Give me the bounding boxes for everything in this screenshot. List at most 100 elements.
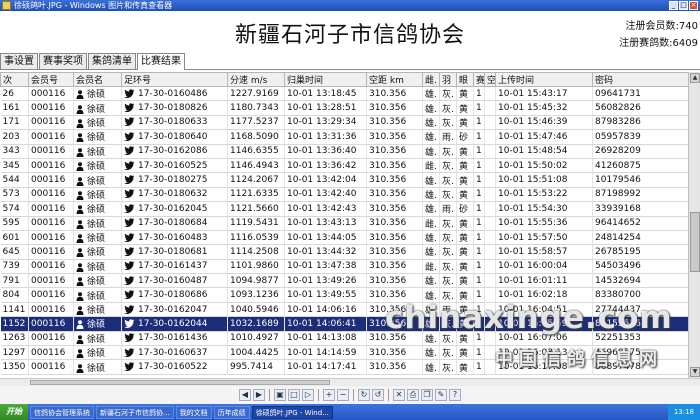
table-cell: 雄. <box>422 129 440 145</box>
taskbar-item[interactable]: 我的文档 <box>175 405 212 419</box>
horizontal-scrollbar[interactable] <box>0 378 700 386</box>
table-cell: 1 <box>473 158 485 174</box>
tab-3[interactable]: 比赛结果 <box>137 53 185 70</box>
start-button[interactable]: 开始 <box>0 404 28 420</box>
window-titlebar[interactable]: 徐硕鸽叶.JPG - Windows 图片和传真查看器 _ □ × <box>0 0 700 11</box>
table-cell: 雨. <box>439 129 457 145</box>
edit-icon[interactable]: ✎ <box>435 389 447 401</box>
table-row[interactable]: 1263 000116 徐硕 17-30-0161436 1010.4927 10-01 … <box>0 331 688 347</box>
tab-0[interactable]: 事设置 <box>0 53 38 69</box>
cell-text: 17-30-0180633 <box>138 117 208 128</box>
cell-text: 96414652 <box>595 218 641 229</box>
table-cell: 000116 <box>28 331 74 347</box>
table-row[interactable]: 1350 000116 徐硕 17-30-0160522 995.7414 10-01 1… <box>0 359 688 375</box>
zoom-in-icon[interactable]: + <box>323 389 335 401</box>
cell-text: 544 <box>2 175 20 186</box>
column-header[interactable]: 分速 m/s <box>227 72 285 87</box>
cell-text: 徐硕 <box>87 291 106 302</box>
maximize-icon[interactable]: □ <box>679 1 688 10</box>
cell-text: 灰. <box>442 277 454 288</box>
column-header[interactable]: 空距 km <box>366 72 423 87</box>
table-cell: 10-01 13:43:13 <box>284 216 367 231</box>
delete-icon[interactable]: ✕ <box>393 389 405 401</box>
cell-text: 1152 <box>2 318 26 329</box>
cell-text: 17-30-0180681 <box>138 246 208 257</box>
column-header[interactable]: 眼 <box>456 72 474 87</box>
table-cell: 1 <box>473 244 485 260</box>
prev-icon[interactable]: ◀ <box>239 389 251 401</box>
rotate-cw-icon[interactable]: ↻ <box>358 389 370 401</box>
minimize-icon[interactable]: _ <box>669 1 678 10</box>
vertical-scrollbar[interactable]: ▲ ▼ <box>688 72 700 378</box>
table-row[interactable]: 203 000116 徐硕 17-30-0180640 1168.5090 10-01 1… <box>0 129 688 145</box>
table-row[interactable]: 574 000116 徐硕 17-30-0162045 1121.5660 10-01 1… <box>0 201 688 217</box>
close-icon[interactable]: × <box>689 1 698 10</box>
table-row[interactable]: 544 000116 徐硕 17-30-0180275 1124.2067 10-01 1… <box>0 172 688 188</box>
table-row[interactable]: 645 000116 徐硕 17-30-0180681 1114.2508 10-01 1… <box>0 244 688 260</box>
column-header[interactable]: 归巢时间 <box>284 72 367 87</box>
table-row[interactable]: 601 000116 徐硕 17-30-0160483 1116.0539 10-01 1… <box>0 230 688 246</box>
table-cell: 雄. <box>422 244 440 260</box>
column-header[interactable]: 密码 <box>592 72 688 87</box>
cell-text: 灰. <box>442 349 454 360</box>
column-header[interactable]: 会员号 <box>28 72 74 87</box>
table-row[interactable]: 161 000116 徐硕 17-30-0180826 1180.7343 10-01 1… <box>0 100 688 116</box>
print-icon[interactable]: ⎙ <box>407 389 419 401</box>
table-cell: 17-30-0180681 <box>121 244 228 260</box>
table-row[interactable]: 595 000116 徐硕 17-30-0180684 1119.5431 10-01 1… <box>0 216 688 231</box>
taskbar-item[interactable]: 新疆石河子市信鸽协... <box>96 405 174 419</box>
bird-icon <box>124 362 135 372</box>
table-row[interactable]: 171 000116 徐硕 17-30-0180633 1177.5237 10-01 1… <box>0 115 688 131</box>
table-cell <box>484 287 496 303</box>
table-row[interactable]: 739 000116 徐硕 17-30-0161437 1101.9860 10-01 1… <box>0 259 688 275</box>
actual-size-icon[interactable]: □ <box>288 389 300 401</box>
column-header[interactable]: 赛 <box>473 72 485 87</box>
table-cell: 96414652 <box>592 216 688 231</box>
taskbar-item[interactable]: 徐硕鸽叶.JPG - Wind... <box>251 405 333 419</box>
tab-2[interactable]: 集鸽清单 <box>88 53 136 69</box>
hscroll-thumb[interactable] <box>30 380 330 385</box>
cell-text: 1146.4943 <box>230 160 279 171</box>
app-icon <box>2 1 11 10</box>
taskbar-item[interactable]: 信鸽协会管理系统 <box>30 405 94 419</box>
column-header[interactable]: 羽 <box>439 72 457 87</box>
bird-icon <box>124 146 135 156</box>
rotate-ccw-icon[interactable]: ↺ <box>372 389 384 401</box>
column-header[interactable]: 雌. <box>422 72 440 87</box>
table-cell: 310.356 <box>366 287 423 303</box>
table-row[interactable]: 1152 000116 徐硕 17-30-0162044 1032.1689 10-01 … <box>0 316 688 332</box>
taskbar-item[interactable]: 历年成绩 <box>213 405 250 419</box>
cell-text: 1 <box>476 189 482 200</box>
table-row[interactable]: 1141 000116 徐硕 17-30-0162047 1040.5946 10-01 … <box>0 302 688 318</box>
column-header[interactable]: 会员名 <box>73 72 122 87</box>
scroll-down-icon[interactable]: ▼ <box>690 367 700 377</box>
column-header[interactable]: 足环号 <box>121 72 228 87</box>
scroll-up-icon[interactable]: ▲ <box>690 73 700 83</box>
help-icon[interactable]: ? <box>449 389 461 401</box>
column-header[interactable]: 上传时间 <box>495 72 593 87</box>
table-row[interactable]: 345 000116 徐硕 17-30-0160525 1146.4943 10-01 1… <box>0 158 688 174</box>
cell-text: 1 <box>476 146 482 157</box>
table-cell: 雄. <box>422 273 440 289</box>
table-row[interactable]: 343 000116 徐硕 17-30-0162086 1146.6355 10-01 1… <box>0 144 688 159</box>
next-icon[interactable]: ▶ <box>253 389 265 401</box>
table-cell: 雌. <box>422 158 440 174</box>
table-row[interactable]: 26 000116 徐硕 17-30-0160486 1227.9169 10-01 13… <box>0 86 688 102</box>
zoom-out-icon[interactable]: − <box>337 389 349 401</box>
slideshow-icon[interactable]: ▷ <box>302 389 314 401</box>
tab-1[interactable]: 赛事奖项 <box>39 53 87 69</box>
table-cell: 1 <box>473 302 485 318</box>
table-row[interactable]: 1297 000116 徐硕 17-30-0160637 1004.4425 10-01 … <box>0 345 688 361</box>
best-fit-icon[interactable]: ▣ <box>274 389 286 401</box>
table-row[interactable]: 804 000116 徐硕 17-30-0180686 1093.1236 10-01 1… <box>0 287 688 303</box>
table-cell: 645 <box>0 244 29 260</box>
column-header[interactable]: 次 <box>0 72 29 87</box>
table-row[interactable]: 791 000116 徐硕 17-30-0160487 1094.9877 10-01 1… <box>0 273 688 289</box>
copy-icon[interactable]: ❐ <box>421 389 433 401</box>
table-cell: 310.356 <box>366 172 423 188</box>
cell-text: 雄. <box>425 90 437 101</box>
table-cell <box>484 230 496 246</box>
table-row[interactable]: 573 000116 徐硕 17-30-0180632 1121.6335 10-01 1… <box>0 187 688 203</box>
scroll-thumb[interactable] <box>690 212 700 272</box>
column-header[interactable]: 空 <box>484 72 496 87</box>
